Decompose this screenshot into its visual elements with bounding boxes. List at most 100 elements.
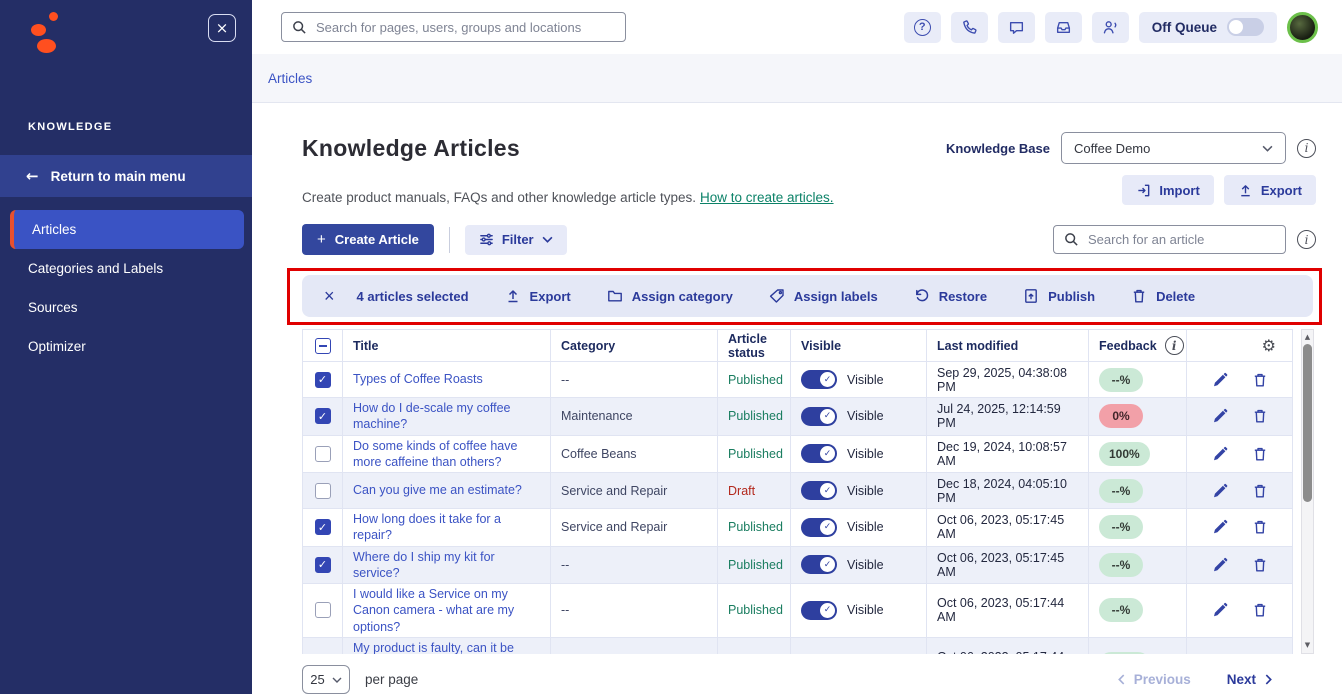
- off-queue-switch[interactable]: [1227, 18, 1264, 36]
- row-checkbox[interactable]: ✓: [315, 372, 331, 388]
- article-title-link[interactable]: Types of Coffee Roasts: [353, 371, 483, 387]
- visible-label: Visible: [847, 409, 884, 423]
- inbox-button[interactable]: [1045, 12, 1082, 43]
- edit-article-button[interactable]: [1212, 372, 1228, 388]
- toggle-check-icon: ✓: [820, 483, 835, 498]
- import-icon: [1136, 183, 1151, 198]
- row-checkbox[interactable]: [315, 446, 331, 462]
- column-header-title[interactable]: Title: [343, 330, 551, 362]
- article-search[interactable]: [1053, 225, 1286, 254]
- next-page-button[interactable]: Next: [1227, 672, 1272, 687]
- return-to-main-menu[interactable]: ← Return to main menu: [0, 155, 252, 197]
- help-button[interactable]: ?: [904, 12, 941, 43]
- delete-article-button[interactable]: [1252, 602, 1268, 618]
- table-row: ✓ Types of Coffee Roasts -- Published ✓ …: [303, 362, 1293, 398]
- edit-article-button[interactable]: [1212, 446, 1228, 462]
- chat-button[interactable]: [998, 12, 1035, 43]
- delete-article-button[interactable]: [1252, 408, 1268, 424]
- row-checkbox[interactable]: ✓: [315, 557, 331, 573]
- visible-toggle[interactable]: ✓: [801, 370, 837, 389]
- column-header-article-status[interactable]: Article status: [718, 330, 791, 362]
- visible-toggle[interactable]: ✓: [801, 481, 837, 500]
- column-header-feedback[interactable]: Feedback: [1099, 339, 1157, 353]
- article-search-input[interactable]: [1088, 232, 1275, 247]
- row-checkbox[interactable]: [315, 602, 331, 618]
- table-settings-gear-icon[interactable]: ⚙: [1262, 336, 1276, 355]
- bulk-export-button[interactable]: Export: [505, 288, 571, 304]
- visible-toggle[interactable]: ✓: [801, 444, 837, 463]
- table-body: ✓ Types of Coffee Roasts -- Published ✓ …: [303, 362, 1293, 655]
- assign-category-button[interactable]: Assign category: [607, 288, 733, 304]
- article-search-info-icon[interactable]: i: [1297, 230, 1316, 249]
- edit-article-button[interactable]: [1212, 408, 1228, 424]
- sidebar-close-button[interactable]: ×: [208, 14, 236, 42]
- edit-article-button[interactable]: [1212, 483, 1228, 499]
- previous-page-button[interactable]: Previous: [1118, 672, 1191, 687]
- off-queue-toggle[interactable]: Off Queue: [1139, 12, 1277, 43]
- sidebar-item-sources[interactable]: Sources: [0, 288, 252, 327]
- trash-icon: [1252, 519, 1268, 535]
- chat-icon: [1008, 19, 1025, 36]
- global-search[interactable]: [281, 12, 626, 42]
- edit-article-button[interactable]: [1212, 557, 1228, 573]
- article-title-link[interactable]: Do some kinds of coffee have more caffei…: [353, 438, 540, 471]
- import-button[interactable]: Import: [1122, 175, 1213, 205]
- sidebar-item-categories-and-labels[interactable]: Categories and Labels: [0, 249, 252, 288]
- filter-button[interactable]: Filter: [465, 225, 567, 255]
- restore-button[interactable]: Restore: [914, 288, 987, 304]
- user-avatar[interactable]: [1287, 12, 1318, 43]
- visible-toggle[interactable]: ✓: [801, 555, 837, 574]
- export-button[interactable]: Export: [1224, 175, 1316, 205]
- clear-selection-icon[interactable]: ×: [324, 287, 335, 305]
- status-text: Published: [728, 447, 783, 461]
- delete-article-button[interactable]: [1252, 446, 1268, 462]
- edit-article-button[interactable]: [1212, 602, 1228, 618]
- select-all-checkbox[interactable]: [315, 338, 331, 354]
- row-checkbox[interactable]: ✓: [315, 519, 331, 535]
- article-title-link[interactable]: Can you give me an estimate?: [353, 482, 522, 498]
- feedback-info-icon[interactable]: i: [1165, 336, 1184, 355]
- global-search-input[interactable]: [316, 20, 615, 35]
- row-checkbox[interactable]: [315, 483, 331, 499]
- knowledge-base-info-icon[interactable]: i: [1297, 139, 1316, 158]
- scrollbar-thumb[interactable]: [1303, 344, 1312, 502]
- trash-icon: [1131, 288, 1147, 304]
- delete-article-button[interactable]: [1252, 557, 1268, 573]
- breadcrumb[interactable]: Articles: [268, 71, 312, 86]
- scroll-up-icon[interactable]: ▲: [1305, 332, 1310, 342]
- column-header-visible[interactable]: Visible: [791, 330, 927, 362]
- page-title: Knowledge Articles: [302, 135, 520, 162]
- column-header-category[interactable]: Category: [551, 330, 718, 362]
- create-article-button[interactable]: + Create Article: [302, 224, 434, 255]
- agent-button[interactable]: [1092, 12, 1129, 43]
- visible-toggle[interactable]: ✓: [801, 601, 837, 620]
- page-size-select[interactable]: 25: [302, 665, 350, 694]
- assign-labels-button[interactable]: Assign labels: [769, 288, 878, 304]
- table-scrollbar[interactable]: ▲ ▼: [1301, 329, 1314, 654]
- feedback-pill: --%: [1099, 368, 1143, 392]
- visible-label: Visible: [847, 373, 884, 387]
- scroll-down-icon[interactable]: ▼: [1305, 640, 1310, 650]
- sidebar-item-optimizer[interactable]: Optimizer: [0, 327, 252, 366]
- delete-article-button[interactable]: [1252, 519, 1268, 535]
- article-title-link[interactable]: How long does it take for a repair?: [353, 511, 540, 544]
- modified-cell: Jul 24, 2025, 12:14:59 PM: [927, 398, 1089, 436]
- article-title-link[interactable]: My product is faulty, can it be exchange…: [353, 640, 540, 654]
- publish-button[interactable]: Publish: [1023, 288, 1095, 304]
- how-to-create-articles-link[interactable]: How to create articles.: [700, 190, 834, 205]
- visible-toggle[interactable]: ✓: [801, 407, 837, 426]
- row-checkbox[interactable]: ✓: [315, 408, 331, 424]
- article-title-link[interactable]: I would like a Service on my Canon camer…: [353, 586, 540, 635]
- knowledge-base-select[interactable]: Coffee Demo: [1061, 132, 1286, 164]
- status-text: Published: [728, 373, 783, 387]
- visible-toggle[interactable]: ✓: [801, 518, 837, 537]
- delete-article-button[interactable]: [1252, 483, 1268, 499]
- sidebar-item-articles[interactable]: Articles: [10, 210, 244, 249]
- article-title-link[interactable]: How do I de-scale my coffee machine?: [353, 400, 540, 433]
- edit-article-button[interactable]: [1212, 519, 1228, 535]
- bulk-delete-button[interactable]: Delete: [1131, 288, 1195, 304]
- column-header-last-modified[interactable]: Last modified: [927, 330, 1089, 362]
- article-title-link[interactable]: Where do I ship my kit for service?: [353, 549, 540, 582]
- delete-article-button[interactable]: [1252, 372, 1268, 388]
- phone-button[interactable]: [951, 12, 988, 43]
